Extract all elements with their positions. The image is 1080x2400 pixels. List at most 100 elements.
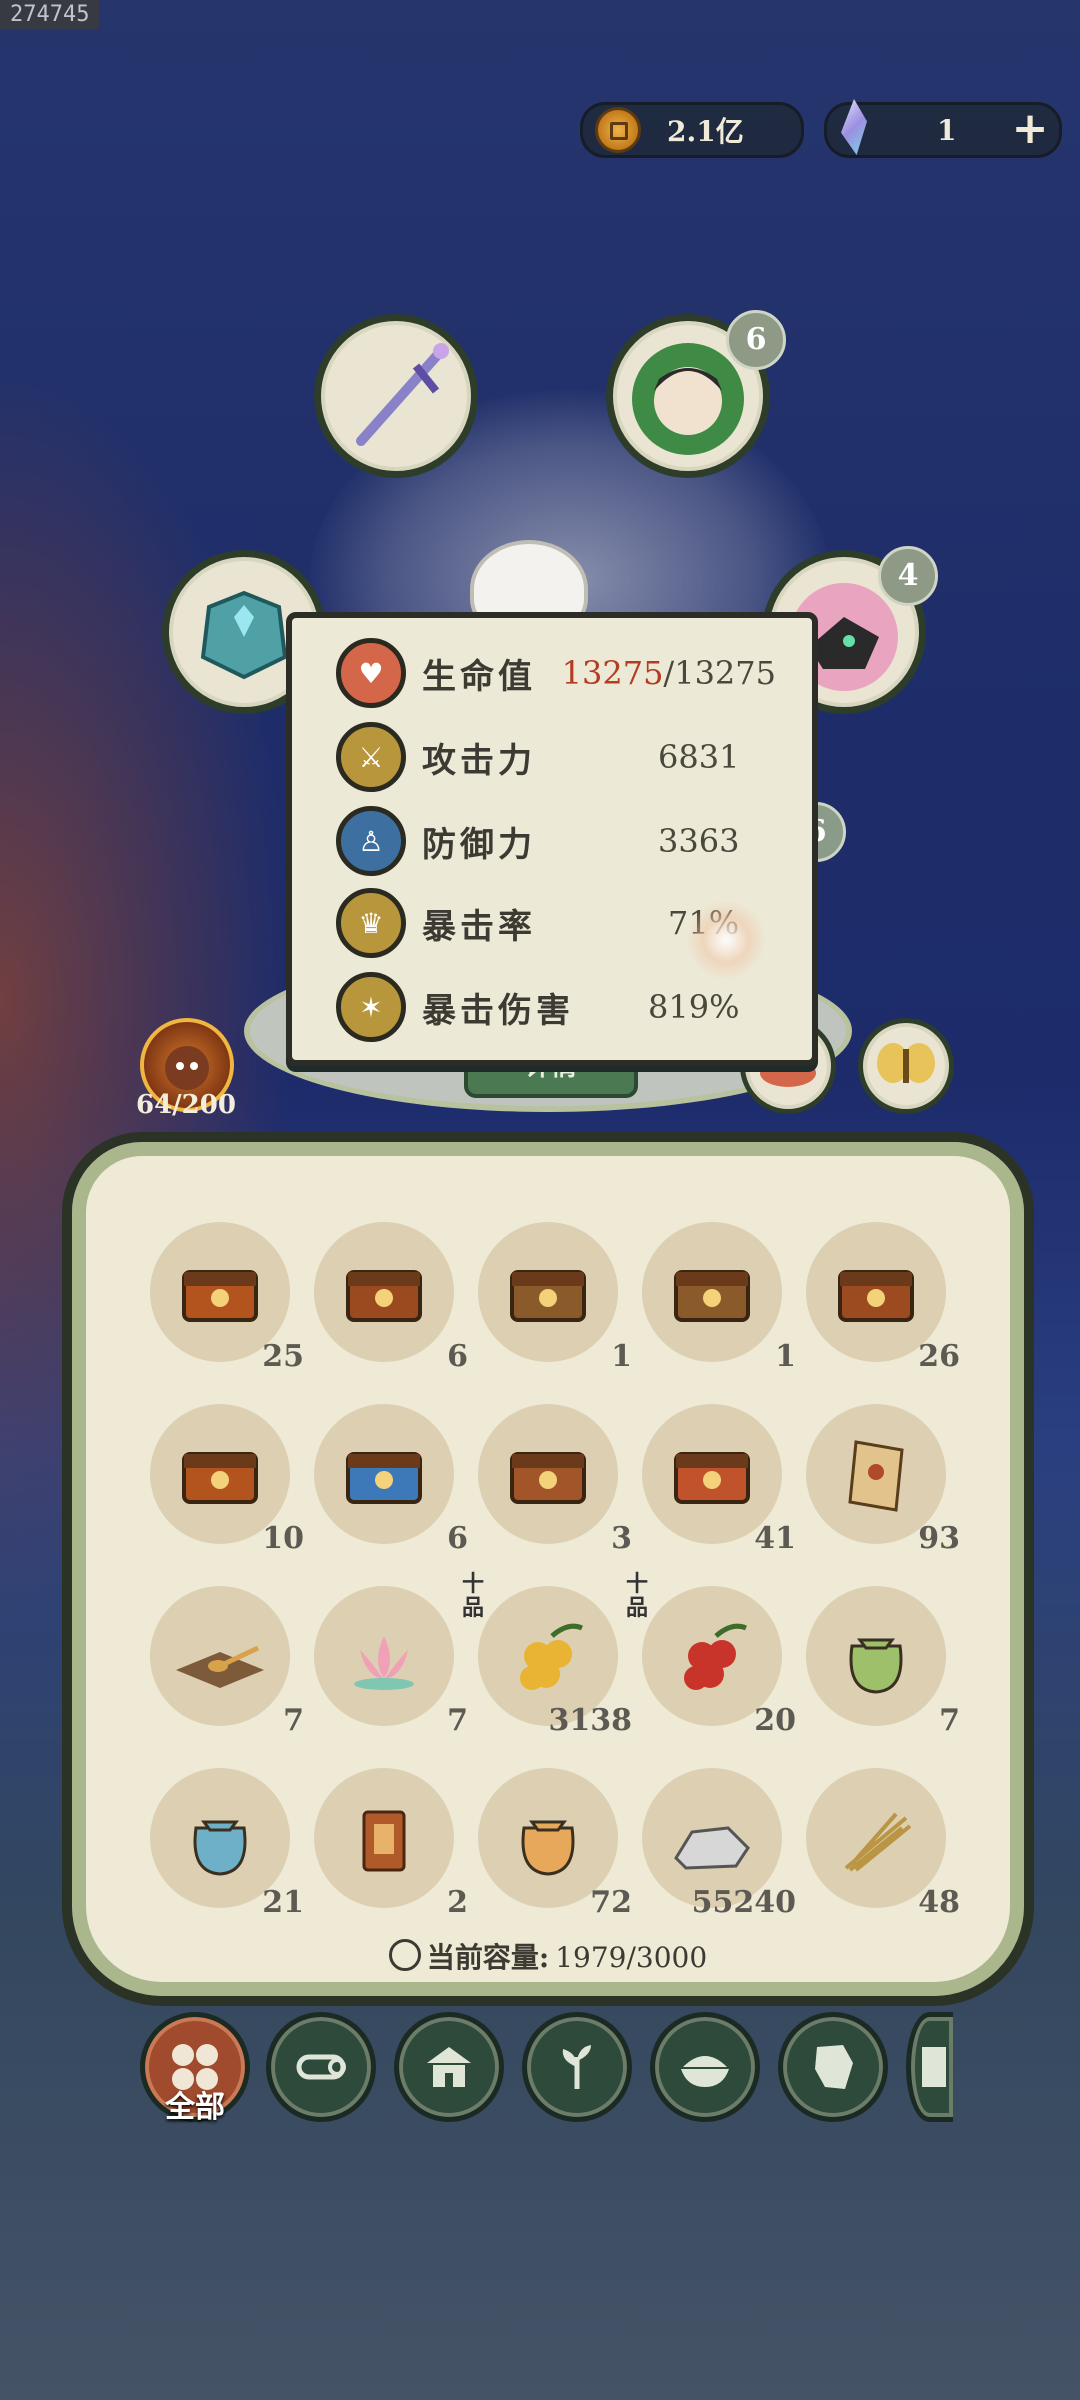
face-pouch-icon — [521, 1820, 575, 1876]
debug-id-label: 274745 — [0, 0, 100, 29]
inventory-item[interactable]: 3 — [478, 1404, 632, 1556]
crystal-amount: 1 — [937, 113, 957, 147]
inventory-item[interactable]: 7 — [806, 1586, 960, 1738]
inventory-item[interactable]: 6 — [314, 1404, 468, 1556]
hp-max: /13275 — [663, 654, 776, 692]
defense-icon: ♙ — [336, 806, 406, 876]
defense-label: 防御力 — [422, 824, 536, 865]
item-quantity: 21 — [262, 1885, 304, 1920]
tab-wood[interactable] — [266, 2012, 376, 2122]
inventory-item[interactable]: 26 — [806, 1222, 960, 1374]
defense-row: ♙ 防御力 3363 — [336, 806, 776, 876]
item-quantity: 26 — [918, 1339, 960, 1374]
item-quantity: 2 — [447, 1885, 468, 1920]
chest-wood-icon — [674, 1270, 750, 1322]
capacity-icon — [388, 1939, 421, 1971]
lotus-icon — [354, 1636, 414, 1690]
attack-icon: ⚔ — [336, 722, 406, 792]
inventory-item[interactable]: 7 — [314, 1586, 468, 1738]
hp-label: 生命值 — [422, 656, 536, 697]
inventory-item[interactable]: 48 — [806, 1768, 960, 1920]
crystal-icon — [841, 99, 867, 155]
inventory-item[interactable]: 十品 3138 — [462, 1572, 632, 1738]
tab-herb[interactable] — [522, 2012, 632, 2122]
inventory-item[interactable]: 21 — [150, 1768, 304, 1920]
heart-icon: ♥ — [336, 638, 406, 708]
tab-map[interactable] — [778, 2012, 888, 2122]
crit-damage-row: ✶ 暴击伤害 819% — [336, 972, 776, 1042]
item-grade-tag: 十品 — [462, 1571, 485, 1621]
scroll-icon — [922, 2047, 946, 2087]
hp-row: ♥ 生命值 13275/13275 — [336, 638, 776, 708]
item-quantity: 25 — [262, 1339, 304, 1374]
inventory-item[interactable]: 93 — [806, 1404, 960, 1556]
straw-icon — [844, 1812, 912, 1872]
crit-rate-icon: ♛ — [336, 888, 406, 958]
tab-food[interactable] — [650, 2012, 760, 2122]
item-quantity: 6 — [447, 1521, 468, 1556]
inventory-item[interactable]: 2 — [314, 1768, 468, 1920]
item-quantity: 93 — [918, 1521, 960, 1556]
add-crystal-button[interactable]: + — [1005, 105, 1055, 155]
inventory-item[interactable]: 41 — [642, 1404, 796, 1556]
capacity-value: 1979/3000 — [555, 1941, 708, 1974]
chest-blue-icon — [346, 1452, 422, 1504]
attack-row: ⚔ 攻击力 6831 — [336, 722, 776, 792]
item-quantity: 7 — [283, 1703, 304, 1738]
log-icon — [296, 2054, 346, 2080]
coin-icon — [595, 107, 641, 153]
chest-scroll-icon — [346, 1270, 422, 1322]
item-quantity: 1 — [611, 1339, 632, 1374]
item-quantity: 10 — [262, 1521, 304, 1556]
yellow-berry-icon — [520, 1623, 583, 1690]
coin-counter[interactable]: 2.1亿 — [580, 102, 804, 158]
sword-icon — [356, 343, 449, 446]
chest-wood-icon — [510, 1270, 586, 1322]
stats-popup[interactable]: ♥ 生命值 13275/13275 ⚔ 攻击力 6831 ♙ 防御力 3363 … — [286, 612, 818, 1066]
item-quantity: 7 — [939, 1703, 960, 1738]
inventory-item[interactable]: 10 — [150, 1404, 304, 1556]
insect-slot[interactable] — [858, 1018, 954, 1114]
red-berry-icon — [684, 1623, 747, 1690]
inventory-item[interactable]: 25 — [150, 1222, 304, 1374]
capacity-bar: 当前容量: 1979/3000 — [72, 1936, 1024, 1976]
map-scroll-icon — [848, 1440, 904, 1512]
item-grade-tag: 十品 — [626, 1571, 649, 1621]
tab-all-label: 全部 — [165, 2090, 225, 2125]
hp-value: 13275/13275 — [562, 654, 776, 692]
item-quantity: 3 — [611, 1521, 632, 1556]
item-quantity: 20 — [754, 1703, 796, 1738]
inventory-item[interactable]: 55240 — [642, 1768, 796, 1920]
inventory-item[interactable]: 7 — [150, 1586, 304, 1738]
crit-damage-value: 819% — [648, 988, 740, 1026]
pet-slot-badge: 4 — [878, 546, 938, 606]
chest-gourd-icon — [510, 1452, 586, 1504]
monster-level: 64/200 — [136, 1090, 236, 1120]
token-icon — [362, 1810, 406, 1872]
chest-star-icon — [674, 1452, 750, 1504]
inventory-item[interactable]: 1 — [478, 1222, 632, 1374]
map-icon — [815, 2045, 853, 2089]
inventory-item[interactable]: 72 — [478, 1768, 632, 1920]
tab-scroll[interactable] — [906, 2012, 953, 2122]
crystal-counter[interactable]: 1 + — [824, 99, 1062, 158]
item-quantity: 6 — [447, 1339, 468, 1374]
chest-gold-icon — [182, 1270, 258, 1322]
coin-amount: 2.1亿 — [667, 115, 744, 148]
fish-pouch-icon — [193, 1820, 247, 1876]
inventory-item[interactable]: 6 — [314, 1222, 468, 1374]
item-quantity: 55240 — [691, 1885, 796, 1920]
weapon-slot[interactable] — [314, 314, 478, 478]
tab-building[interactable] — [394, 2012, 504, 2122]
item-quantity: 72 — [590, 1885, 632, 1920]
crit-damage-icon: ✶ — [336, 972, 406, 1042]
sprout-icon — [562, 2045, 591, 2089]
attack-label: 攻击力 — [422, 740, 536, 781]
inventory-item[interactable]: 1 — [642, 1222, 796, 1374]
item-quantity: 48 — [918, 1885, 960, 1920]
tap-indicator-icon — [686, 900, 766, 980]
item-quantity: 41 — [754, 1521, 796, 1556]
inventory-item[interactable]: 十品 20 — [626, 1572, 796, 1738]
spoon-plate-icon — [176, 1645, 264, 1688]
hp-current: 13275 — [561, 654, 664, 692]
